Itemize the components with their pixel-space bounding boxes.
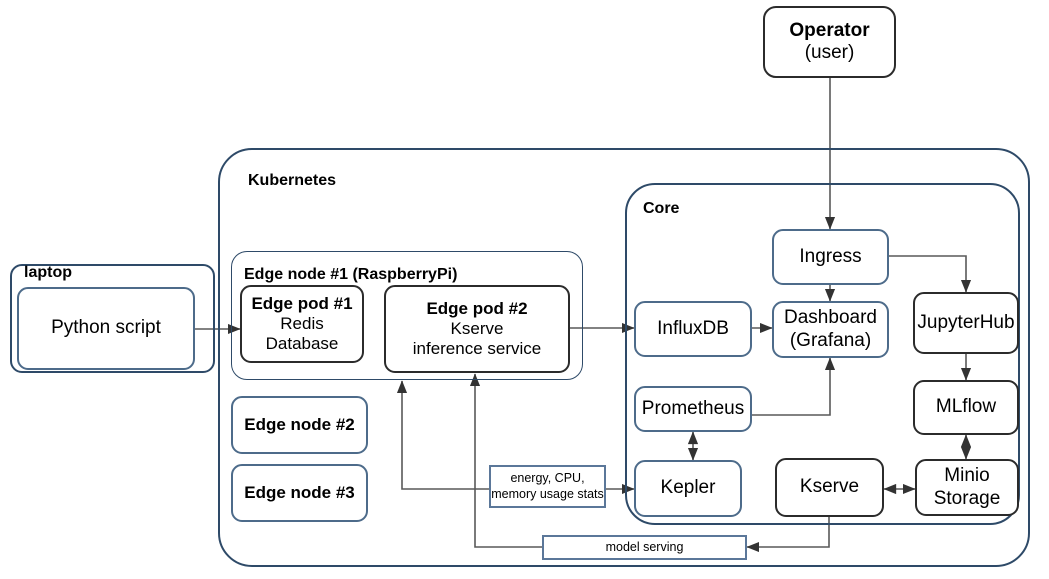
node-operator[interactable]: Operator (user) [763,6,896,78]
node-dashboard[interactable]: Dashboard (Grafana) [772,301,889,358]
node-edge-pod-1[interactable]: Edge pod #1 Redis Database [240,285,364,363]
node-jupyterhub-label: JupyterHub [917,311,1015,333]
node-ingress-label: Ingress [799,245,862,267]
node-kserve-label: Kserve [799,476,860,498]
node-influxdb[interactable]: InfluxDB [634,301,752,357]
node-edge-pod-2-line2: Kserve [450,318,504,338]
node-kepler[interactable]: Kepler [634,460,742,517]
architecture-diagram: laptop Kubernetes Core Edge node #1 (Ras… [0,0,1049,579]
node-edge-pod-1-line3: Database [265,334,339,354]
node-operator-line2: (user) [804,42,855,63]
node-influxdb-label: InfluxDB [657,317,729,339]
node-edge-pod-2[interactable]: Edge pod #2 Kserve inference service [384,285,570,373]
node-minio-line2: Storage [933,487,1001,509]
node-prometheus[interactable]: Prometheus [634,386,752,432]
group-edge-node-1-label: Edge node #1 (RaspberryPi) [244,266,458,283]
plaque-usage-stats-line2: memory usage stats [491,486,604,501]
plaque-usage-stats-line1: energy, CPU, [510,470,585,485]
node-dashboard-line2: (Grafana) [789,329,872,351]
node-operator-line1: Operator [789,19,870,41]
node-edge-pod-1-line1: Edge pod #1 [251,293,353,313]
group-core-label: Core [643,200,680,217]
node-edge-node-3-label: Edge node #3 [244,482,355,502]
plaque-model-serving: model serving [542,535,747,560]
group-laptop-label: laptop [24,264,72,281]
node-jupyterhub[interactable]: JupyterHub [913,292,1019,354]
node-kepler-label: Kepler [660,477,716,499]
node-edge-node-3[interactable]: Edge node #3 [231,464,368,522]
node-edge-pod-2-line1: Edge pod #2 [426,298,528,318]
node-kserve[interactable]: Kserve [775,458,884,517]
plaque-model-serving-label: model serving [605,539,684,554]
plaque-usage-stats: energy, CPU, memory usage stats [489,465,606,508]
node-dashboard-line1: Dashboard [784,307,877,329]
node-edge-node-2[interactable]: Edge node #2 [231,396,368,454]
group-kubernetes-label: Kubernetes [248,172,337,189]
node-prometheus-label: Prometheus [641,397,745,419]
node-edge-node-2-label: Edge node #2 [244,414,355,434]
node-minio-storage[interactable]: Minio Storage [915,459,1019,516]
node-python-script-label: Python script [51,317,161,339]
node-python-script[interactable]: Python script [17,287,195,370]
node-edge-pod-2-line3: inference service [412,339,542,359]
node-minio-line1: Minio [944,465,990,487]
node-mlflow[interactable]: MLflow [913,380,1019,435]
node-mlflow-label: MLflow [935,396,997,418]
node-edge-pod-1-line2: Redis [280,313,324,333]
node-ingress[interactable]: Ingress [772,229,889,285]
